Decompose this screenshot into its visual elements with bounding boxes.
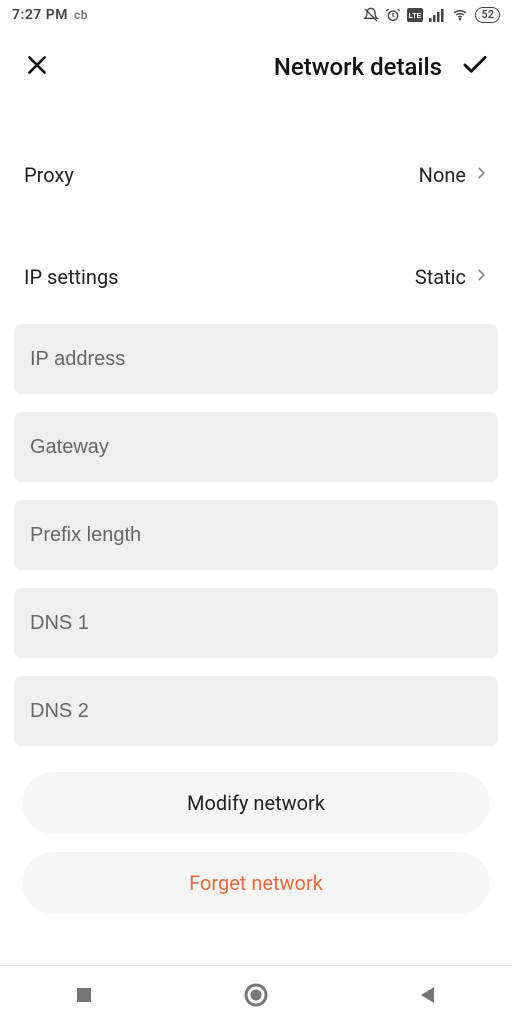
gateway-field[interactable] <box>14 412 498 482</box>
triangle-left-icon <box>418 985 438 1005</box>
ip-settings-value: Static <box>415 265 466 289</box>
battery-level: 52 <box>475 7 500 23</box>
ip-address-input[interactable] <box>30 348 482 371</box>
close-icon <box>24 52 50 82</box>
status-time: 7:27 PM <box>12 7 68 23</box>
volte-icon: LTE <box>407 8 423 22</box>
nav-home-button[interactable] <box>243 982 269 1008</box>
forget-network-button[interactable]: Forget network <box>22 852 490 914</box>
nav-back-button[interactable] <box>418 985 438 1005</box>
ip-address-field[interactable] <box>14 324 498 394</box>
proxy-label: Proxy <box>24 163 74 187</box>
content-area: Proxy None IP settings Static <box>0 90 512 965</box>
close-button[interactable] <box>20 50 54 84</box>
gateway-input[interactable] <box>30 436 482 459</box>
signal-icon <box>429 8 445 22</box>
svg-text:LTE: LTE <box>409 13 422 20</box>
dns2-input[interactable] <box>30 700 482 723</box>
bell-off-icon <box>363 7 379 23</box>
dns2-field[interactable] <box>14 676 498 746</box>
prefix-length-field[interactable] <box>14 500 498 570</box>
chevron-right-icon <box>474 264 488 290</box>
check-icon <box>460 50 490 84</box>
system-nav-bar <box>0 966 512 1024</box>
wifi-icon <box>451 8 469 22</box>
circle-icon <box>243 982 269 1008</box>
nav-recent-button[interactable] <box>74 985 94 1005</box>
modify-network-button[interactable]: Modify network <box>22 772 490 834</box>
confirm-button[interactable] <box>458 50 492 84</box>
page-header: Network details <box>0 30 512 90</box>
page-title: Network details <box>54 53 458 81</box>
dns1-input[interactable] <box>30 612 482 635</box>
chevron-right-icon <box>474 162 488 188</box>
modify-network-label: Modify network <box>187 791 325 815</box>
ip-settings-label: IP settings <box>24 265 119 289</box>
forget-network-label: Forget network <box>189 871 323 895</box>
prefix-length-input[interactable] <box>30 524 482 547</box>
dns1-field[interactable] <box>14 588 498 658</box>
proxy-value: None <box>419 163 466 187</box>
status-cb: cb <box>74 8 88 22</box>
alarm-icon <box>385 7 401 23</box>
status-bar: 7:27 PM cb LTE 52 <box>0 0 512 30</box>
ip-settings-row[interactable]: IP settings Static <box>14 264 498 290</box>
square-icon <box>74 985 94 1005</box>
proxy-row[interactable]: Proxy None <box>14 162 498 188</box>
